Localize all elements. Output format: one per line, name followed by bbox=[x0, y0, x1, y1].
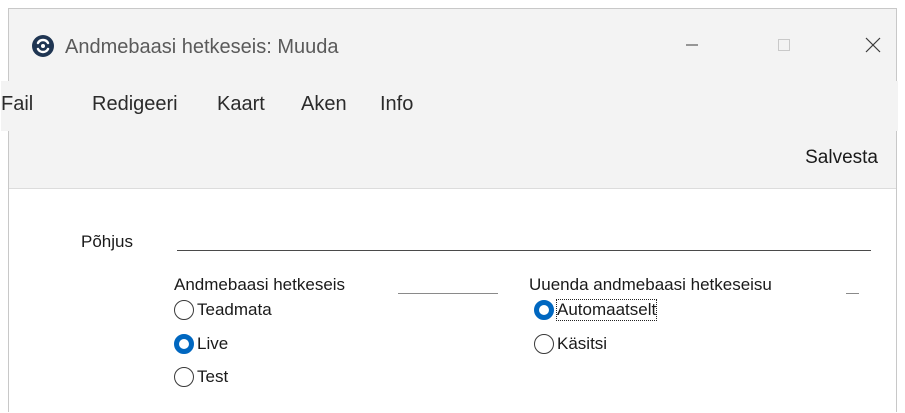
window-title: Andmebaasi hetkeseis: Muuda bbox=[65, 36, 339, 58]
radio-option-teadmata[interactable]: Teadmata bbox=[174, 300, 272, 320]
radio-option-automaatselt[interactable]: Automaatselt bbox=[534, 299, 658, 321]
db-state-heading: Andmebaasi hetkeseis bbox=[174, 275, 346, 294]
radio-label: Live bbox=[197, 334, 229, 353]
radio-label: Automaatselt bbox=[555, 299, 658, 321]
radio-button-unchecked-icon[interactable] bbox=[534, 334, 554, 354]
toolbar: Salvesta bbox=[9, 131, 896, 189]
menu-item-redigeeri[interactable]: Redigeeri bbox=[92, 93, 178, 116]
maximize-icon bbox=[778, 39, 790, 51]
menu-item-aken[interactable]: Aken bbox=[301, 93, 347, 116]
minimize-icon bbox=[686, 44, 698, 46]
menu-item-info[interactable]: Info bbox=[380, 93, 413, 116]
dialog-window: Andmebaasi hetkeseis: Muuda Fail Redigee… bbox=[1, 8, 898, 413]
maximize-button[interactable] bbox=[761, 23, 807, 67]
radio-option-live[interactable]: Live bbox=[174, 334, 228, 354]
minimize-button[interactable] bbox=[669, 23, 715, 67]
save-button[interactable]: Salvesta bbox=[805, 147, 878, 169]
radio-button-checked-icon[interactable] bbox=[174, 334, 194, 354]
update-heading: Uuenda andmebaasi hetkeseisu bbox=[529, 275, 772, 294]
radio-label: Test bbox=[197, 367, 229, 386]
close-button[interactable] bbox=[853, 23, 893, 67]
db-state-divider bbox=[398, 293, 498, 294]
update-divider bbox=[846, 293, 859, 294]
form-area: Põhjus Andmebaasi hetkeseis Teadmata Liv… bbox=[9, 189, 896, 413]
reason-input[interactable] bbox=[177, 250, 871, 251]
menu-item-kaart[interactable]: Kaart bbox=[217, 93, 265, 116]
radio-option-test[interactable]: Test bbox=[174, 367, 228, 387]
reason-label: Põhjus bbox=[81, 232, 133, 251]
title-bar[interactable]: Andmebaasi hetkeseis: Muuda bbox=[9, 9, 896, 81]
menu-item-fail[interactable]: Fail bbox=[1, 93, 33, 116]
radio-button-checked-icon[interactable] bbox=[534, 300, 554, 320]
menu-bar: Fail Redigeeri Kaart Aken Info bbox=[1, 81, 898, 131]
close-icon bbox=[865, 37, 881, 53]
radio-option-kasitsi[interactable]: Käsitsi bbox=[534, 334, 607, 354]
radio-label: Käsitsi bbox=[557, 334, 608, 353]
radio-button-unchecked-icon[interactable] bbox=[174, 367, 194, 387]
radio-button-unchecked-icon[interactable] bbox=[174, 300, 194, 320]
app-logo-icon bbox=[32, 35, 54, 57]
radio-label: Teadmata bbox=[197, 300, 272, 319]
